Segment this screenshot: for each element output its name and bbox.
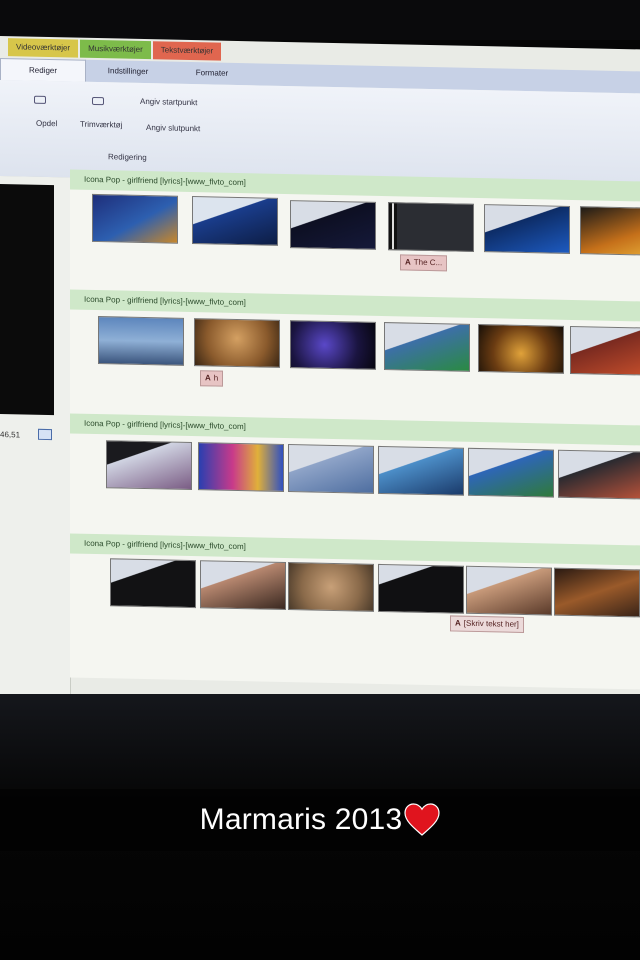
time-readout: 46,51 [0, 430, 21, 440]
video-clip [110, 558, 196, 609]
video-clip [478, 324, 564, 374]
ribbon-group-label: Redigering [108, 152, 147, 163]
video-clip [466, 565, 552, 616]
video-tools-tab: Videoværktøjer [8, 38, 79, 58]
video-clip [570, 325, 640, 376]
trim-tool-label: Trimværktøj [80, 119, 123, 130]
video-clip [288, 562, 374, 612]
title-caption: Ah [200, 370, 224, 387]
video-clip [388, 202, 474, 252]
trim-icon [92, 96, 107, 106]
title-caption: A The C... [400, 254, 448, 272]
video-clip [558, 449, 640, 500]
snap-caption-bar: Marmaris 2013 [0, 789, 640, 851]
video-clip [200, 560, 286, 610]
video-clip [106, 440, 192, 491]
music-tools-tab: Musikværktøjer [80, 39, 151, 60]
title-caption: A [Skriv tekst her] [450, 615, 524, 633]
video-clip [92, 193, 178, 244]
video-clip [288, 444, 374, 494]
video-clip [290, 200, 376, 250]
video-clip [198, 442, 284, 492]
split-label: Opdel [36, 118, 58, 129]
video-clip [484, 204, 570, 254]
preview-panel: 46,51 [0, 176, 71, 698]
tab-edit: Rediger [0, 58, 86, 82]
set-end-label: Angiv slutpunkt [146, 123, 201, 134]
video-clip [468, 447, 554, 498]
video-clip [194, 318, 280, 368]
storyboard: Icona Pop - girlfriend [lyrics]-[www_flv… [70, 169, 640, 690]
video-clip [580, 206, 640, 256]
snap-caption-text: Marmaris 2013 [199, 803, 403, 836]
video-clip [378, 445, 464, 496]
video-clip [290, 320, 376, 370]
video-clip [554, 567, 640, 618]
fullscreen-icon [38, 428, 52, 441]
dark-background [0, 0, 640, 40]
video-clip [192, 196, 278, 246]
split-icon [34, 95, 49, 104]
heart-icon [404, 803, 440, 836]
preview-monitor [0, 184, 54, 416]
set-start-label: Angiv startpunkt [140, 96, 198, 108]
video-clip [98, 316, 184, 366]
tab-format: Formater [195, 68, 229, 78]
tab-settings: Indstillinger [107, 66, 149, 77]
video-clip [378, 563, 464, 614]
monitor-screen: Videoværktøjer Musikværktøjer Tekstværkt… [0, 36, 640, 710]
video-clip [384, 322, 470, 372]
text-tools-tab: Tekstværktøjer [152, 41, 222, 61]
